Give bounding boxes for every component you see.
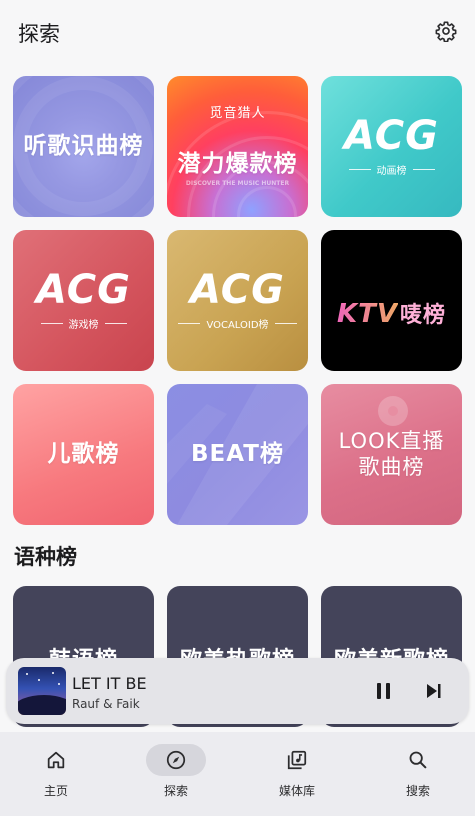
gear-icon[interactable]	[435, 20, 457, 42]
acg-logo: ACG 动画榜	[343, 116, 441, 177]
chart-card-label: 儿歌榜	[47, 440, 120, 467]
chart-card-sublabel: 游戏榜	[35, 316, 133, 331]
chart-card-label: 听歌识曲榜	[23, 132, 144, 159]
chart-card-acg-anime[interactable]: ACG 动画榜	[321, 76, 462, 217]
chart-card-tagline: DISCOVER THE MUSIC HUNTER	[185, 179, 290, 187]
nav-label: 媒体库	[278, 784, 315, 798]
nav-item-home[interactable]: 主页	[0, 732, 115, 816]
home-icon	[47, 751, 65, 769]
chart-card-acg-game[interactable]: ACG 游戏榜	[13, 230, 154, 371]
chart-card-potential-hits[interactable]: 觅音猎人 潜力爆款榜 DISCOVER THE MUSIC HUNTER	[167, 76, 308, 217]
chart-card-kids-songs[interactable]: 儿歌榜	[13, 384, 154, 525]
chart-card-beat[interactable]: BEAT榜	[167, 384, 308, 525]
nav-icon-container	[26, 744, 86, 776]
chart-card-title: 潜力爆款榜	[177, 151, 298, 178]
song-artist: Rauf & Faik	[72, 697, 140, 711]
album-art	[18, 667, 66, 715]
acg-logo: ACG VOCALOID榜	[172, 270, 302, 331]
chart-card-label: 唛榜	[400, 302, 447, 328]
ktv-logo-text: KTV	[336, 298, 398, 329]
nav-item-explore[interactable]: 探索	[117, 732, 235, 816]
chart-card-sublabel: 觅音猎人	[209, 106, 266, 122]
song-title: LET IT BE	[72, 674, 147, 693]
nav-label: 搜索	[405, 784, 430, 798]
pause-icon[interactable]	[376, 682, 392, 700]
chart-card-label: BEAT榜	[191, 440, 284, 467]
nav-item-library[interactable]: 媒体库	[238, 732, 356, 816]
chart-card-acg-vocaloid[interactable]: ACG VOCALOID榜	[167, 230, 308, 371]
nav-icon-container	[267, 744, 327, 776]
mini-player[interactable]: LET IT BE Rauf & Faik	[6, 658, 469, 724]
bottom-navigation: 主页 探索 媒体库 搜索	[0, 732, 475, 816]
ktv-logo: KTV唛榜	[337, 271, 446, 330]
acg-logo-text: ACG	[36, 267, 131, 313]
section-title-language: 语种榜	[14, 545, 77, 569]
nav-label: 探索	[163, 784, 188, 798]
chart-card-ktv[interactable]: KTV唛榜	[321, 230, 462, 371]
nav-icon-container	[388, 744, 448, 776]
nav-label: 主页	[43, 784, 68, 798]
search-icon	[409, 751, 427, 769]
acg-logo: ACG 游戏榜	[35, 270, 133, 331]
acg-logo-text: ACG	[190, 267, 285, 313]
disc-icon	[378, 396, 408, 426]
acg-logo-text: ACG	[344, 113, 439, 159]
skip-next-icon[interactable]	[426, 683, 442, 699]
nav-icon-container	[146, 744, 206, 776]
compass-icon	[166, 750, 186, 770]
chart-card-label: 觅音猎人 潜力爆款榜 DISCOVER THE MUSIC HUNTER	[178, 78, 298, 214]
library-icon	[287, 750, 307, 770]
page-title: 探索	[18, 22, 60, 46]
chart-card-sublabel: VOCALOID榜	[172, 316, 302, 331]
chart-card-label: LOOK直播 歌曲榜	[338, 429, 445, 479]
chart-card-sublabel: 动画榜	[343, 162, 441, 177]
chart-card-song-recognition[interactable]: 听歌识曲榜	[13, 76, 154, 217]
top-app-bar: 探索	[0, 0, 475, 64]
nav-item-search[interactable]: 搜索	[359, 732, 475, 816]
chart-card-look-live[interactable]: LOOK直播 歌曲榜	[321, 384, 462, 525]
